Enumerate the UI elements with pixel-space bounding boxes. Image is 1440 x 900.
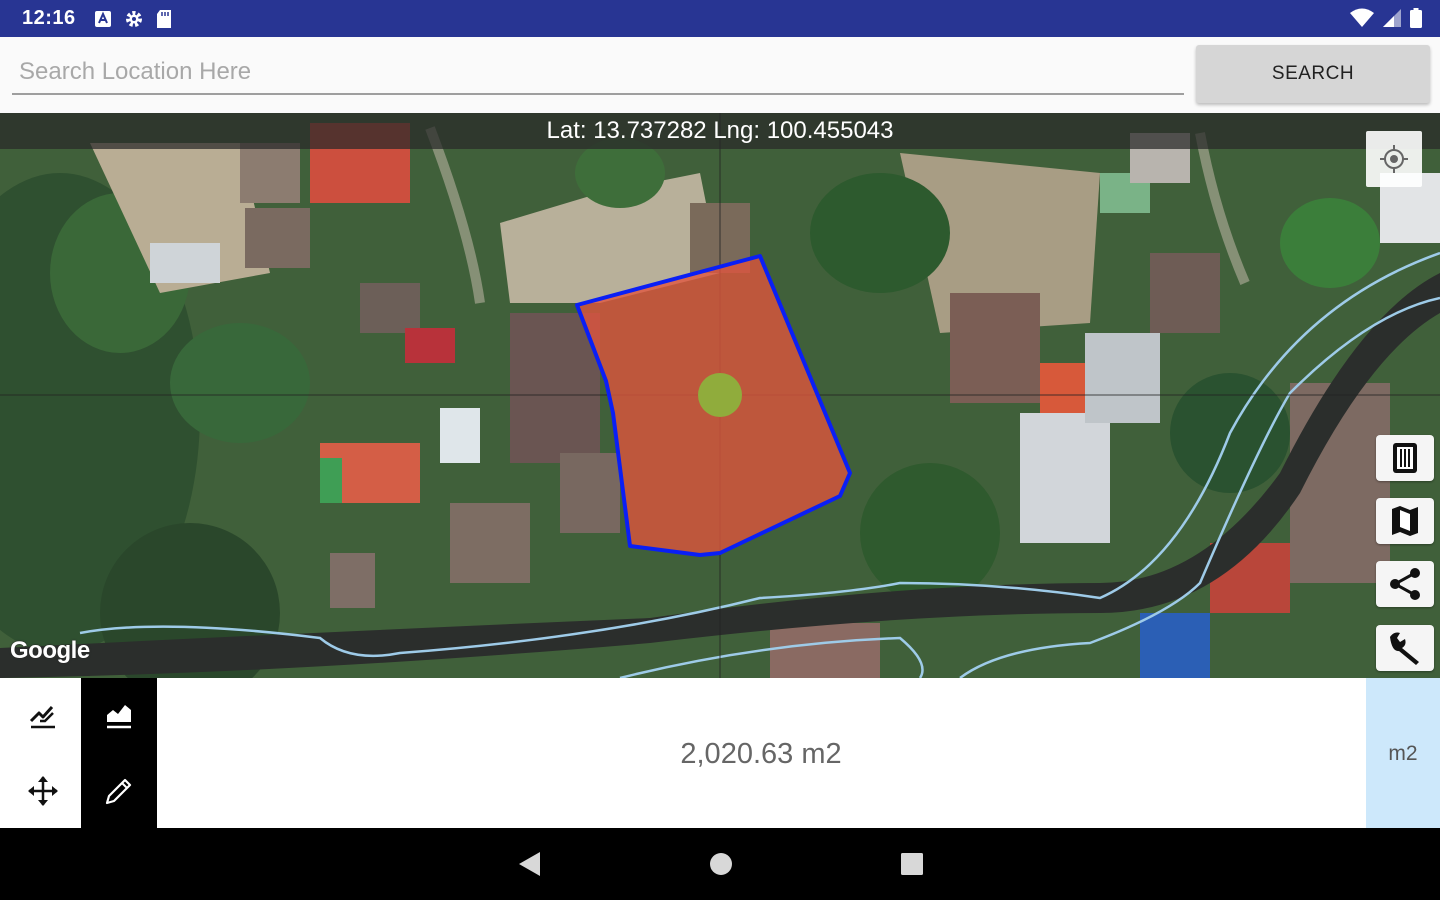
google-attribution: Google (10, 637, 90, 664)
line-chart-icon (29, 705, 55, 728)
pencil-icon (105, 778, 132, 804)
coordinates-banner: Lat: 13.737282 Lng: 100.455043 (0, 113, 1440, 149)
draw-mode-button[interactable] (81, 753, 157, 828)
area-chart-icon (107, 704, 131, 728)
search-bar: SEARCH (0, 37, 1440, 113)
center-marker[interactable] (698, 373, 742, 417)
settings-icon (126, 11, 142, 27)
delete-icon (1393, 443, 1417, 473)
measurement-value: 2,020.63 m2 (680, 738, 842, 770)
unit-selector[interactable]: m2 (1366, 678, 1440, 828)
move-icon (28, 775, 58, 806)
settings-button[interactable] (1376, 625, 1434, 671)
area-mode-button[interactable] (81, 678, 157, 753)
map-layers-icon (1392, 506, 1418, 536)
sd-card-icon (157, 10, 171, 28)
my-location-button[interactable] (1366, 131, 1422, 187)
map-view[interactable]: Lat: 13.737282 Lng: 100.455043 Google (0, 113, 1440, 678)
move-mode-button[interactable] (5, 753, 81, 828)
search-button[interactable]: SEARCH (1196, 45, 1430, 103)
wifi-icon (1350, 8, 1374, 27)
status-bar: 12:16 (0, 0, 1440, 37)
delete-button[interactable] (1376, 435, 1434, 481)
status-icons-left (94, 9, 172, 29)
my-location-icon (1380, 145, 1408, 173)
recents-icon (901, 853, 923, 875)
distance-mode-button[interactable] (5, 678, 81, 753)
back-icon (519, 852, 540, 876)
bottom-panel: 2,020.63 m2 m2 (0, 678, 1440, 828)
map-layers-button[interactable] (1376, 498, 1434, 544)
satellite-imagery (0, 113, 1440, 678)
status-icons-right (1350, 8, 1422, 28)
home-icon (710, 853, 732, 875)
nav-home-button[interactable] (701, 844, 741, 884)
share-button[interactable] (1376, 561, 1434, 607)
settings-wrench-icon (1390, 632, 1419, 665)
search-input[interactable] (12, 51, 1184, 95)
signal-icon (1383, 9, 1401, 27)
share-icon (1390, 568, 1420, 600)
notification-icon (95, 11, 111, 27)
status-time: 12:16 (22, 7, 76, 29)
navigation-bar (0, 828, 1440, 900)
nav-back-button[interactable] (509, 844, 549, 884)
nav-recents-button[interactable] (892, 844, 932, 884)
battery-icon (1410, 8, 1422, 28)
